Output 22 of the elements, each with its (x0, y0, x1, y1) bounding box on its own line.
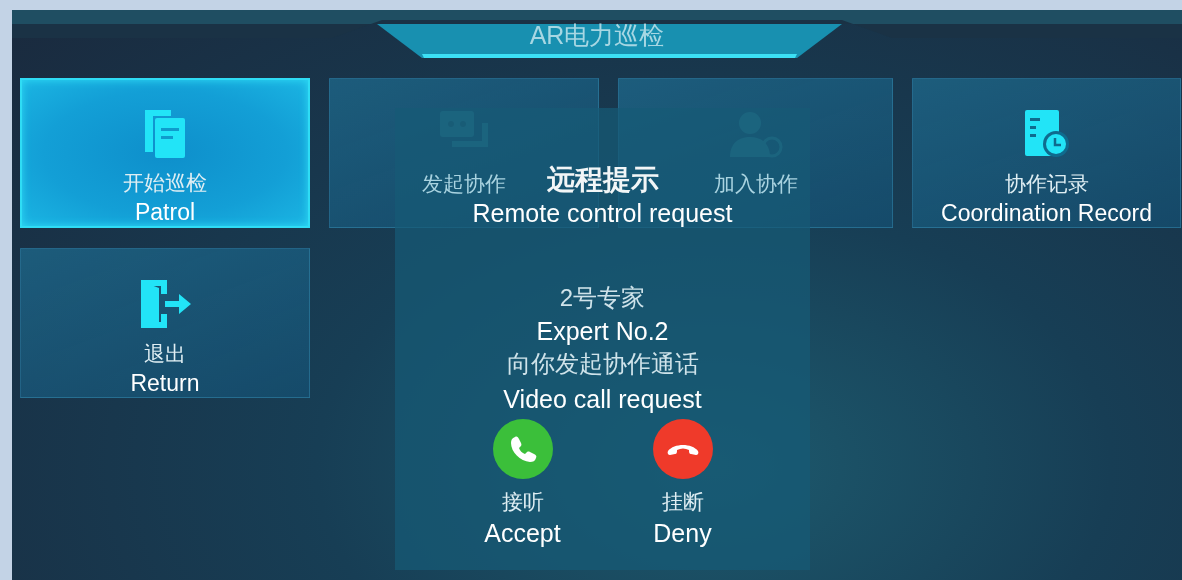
tile-caption: Patrol (134, 198, 196, 226)
dialog-title-caption: Remote control request (472, 199, 733, 227)
call-message: 向你发起协作通话 (506, 349, 699, 379)
menu-tile[interactable]: 退出 Return (20, 248, 310, 398)
dialog-title: 远程提示 (546, 163, 659, 197)
caller-name: 2号专家 (559, 283, 646, 313)
action-caption: Accept (484, 519, 561, 547)
action-caption: Deny (653, 519, 712, 547)
app-title: AR电力巡检 (529, 20, 665, 51)
action-label: 接听 (501, 489, 544, 515)
record-clock-icon (1022, 108, 1071, 160)
tile-label: 退出 (144, 341, 186, 367)
caller-caption: Expert No.2 (536, 317, 669, 345)
menu-tile[interactable]: 协作记录 Coordination Record (912, 78, 1181, 228)
tile-label: 协作记录 (1004, 171, 1089, 197)
tile-label: 加入协作 (713, 171, 798, 197)
action-label: 挂断 (661, 489, 704, 515)
tile-caption: Return (130, 369, 200, 397)
tile-label: 开始巡检 (123, 170, 207, 196)
tile-caption: Coordination Record (941, 199, 1152, 227)
tile-label: 发起协作 (422, 171, 506, 197)
call-message-caption: Video call request (503, 385, 702, 413)
